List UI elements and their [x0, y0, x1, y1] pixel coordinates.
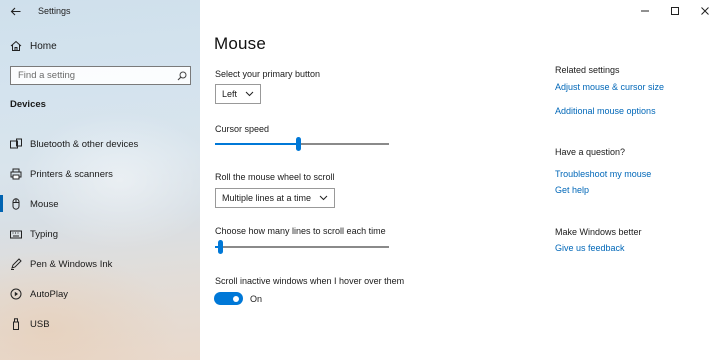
- search-input[interactable]: Find a setting: [10, 66, 191, 85]
- keyboard-icon: [10, 228, 22, 240]
- home-icon: [10, 40, 22, 51]
- related-settings-title: Related settings: [555, 65, 620, 75]
- home-nav-item[interactable]: Home: [10, 38, 57, 54]
- sidebar-item-typing[interactable]: Typing: [0, 219, 200, 249]
- search-icon[interactable]: [174, 71, 190, 81]
- inactive-scroll-label: Scroll inactive windows when I hover ove…: [215, 276, 405, 286]
- inactive-scroll-toggle[interactable]: [214, 292, 243, 305]
- make-windows-better-title: Make Windows better: [555, 227, 642, 237]
- title-bar: Settings: [0, 0, 200, 22]
- minimize-icon: [641, 10, 649, 12]
- sidebar: Settings Home Find a setting Devices Blu…: [0, 0, 200, 360]
- slider-thumb[interactable]: [296, 137, 301, 151]
- cursor-speed-label: Cursor speed: [215, 124, 270, 134]
- bluetooth-icon: [10, 138, 22, 150]
- toggle-knob: [233, 295, 239, 302]
- close-icon: [701, 7, 709, 15]
- sidebar-item-label: Pen & Windows Ink: [30, 258, 113, 270]
- maximize-icon: [671, 7, 679, 15]
- sidebar-nav: Bluetooth & other devices Printers & sca…: [0, 129, 200, 339]
- sidebar-item-label: Printers & scanners: [30, 168, 113, 180]
- primary-button-dropdown[interactable]: Left: [215, 84, 262, 104]
- page-title: Mouse: [214, 34, 267, 53]
- usb-icon: [10, 318, 22, 330]
- chevron-down-icon: [319, 195, 328, 201]
- window-controls: [630, 0, 720, 22]
- sidebar-item-label: Bluetooth & other devices: [30, 138, 139, 150]
- minimize-button[interactable]: [630, 0, 660, 22]
- question-title: Have a question?: [555, 147, 626, 157]
- adjust-cursor-link[interactable]: Adjust mouse & cursor size: [555, 82, 664, 92]
- close-button[interactable]: [690, 0, 720, 22]
- sidebar-item-pen[interactable]: Pen & Windows Ink: [0, 249, 200, 279]
- sidebar-item-label: Mouse: [30, 198, 59, 210]
- scroll-lines-label: Choose how many lines to scroll each tim…: [215, 226, 386, 236]
- slider-track: [215, 246, 389, 248]
- sidebar-item-label: Typing: [30, 228, 58, 240]
- mouse-icon: [10, 198, 22, 210]
- slider-thumb[interactable]: [218, 240, 223, 254]
- back-arrow-icon: [10, 7, 20, 15]
- cursor-speed-slider[interactable]: [215, 137, 389, 151]
- maximize-button[interactable]: [660, 0, 690, 22]
- autoplay-icon: [10, 288, 22, 300]
- scroll-mode-dropdown[interactable]: Multiple lines at a time: [215, 188, 336, 208]
- sidebar-item-bluetooth[interactable]: Bluetooth & other devices: [0, 129, 200, 159]
- slider-fill: [215, 143, 298, 145]
- get-help-link[interactable]: Get help: [555, 185, 589, 195]
- additional-mouse-options-link[interactable]: Additional mouse options: [555, 106, 656, 116]
- home-label: Home: [30, 40, 57, 52]
- sidebar-item-usb[interactable]: USB: [0, 309, 200, 339]
- sidebar-item-mouse[interactable]: Mouse: [0, 189, 200, 219]
- pen-icon: [10, 258, 22, 270]
- printer-icon: [10, 168, 22, 180]
- app-title: Settings: [38, 6, 71, 16]
- section-title: Devices: [10, 99, 46, 110]
- feedback-link[interactable]: Give us feedback: [555, 243, 625, 253]
- sidebar-item-printers[interactable]: Printers & scanners: [0, 159, 200, 189]
- troubleshoot-link[interactable]: Troubleshoot my mouse: [555, 169, 651, 179]
- sidebar-item-label: AutoPlay: [30, 288, 69, 300]
- scroll-mode-label: Roll the mouse wheel to scroll: [215, 172, 335, 182]
- primary-button-value: Left: [222, 89, 238, 99]
- sidebar-item-label: USB: [30, 318, 50, 330]
- scroll-lines-slider[interactable]: [215, 240, 389, 254]
- search-placeholder: Find a setting: [18, 70, 76, 81]
- primary-button-label: Select your primary button: [215, 69, 321, 79]
- scroll-mode-value: Multiple lines at a time: [222, 193, 312, 203]
- back-button[interactable]: [0, 0, 30, 22]
- toggle-state-text: On: [250, 294, 263, 304]
- chevron-down-icon: [245, 91, 254, 97]
- sidebar-item-autoplay[interactable]: AutoPlay: [0, 279, 200, 309]
